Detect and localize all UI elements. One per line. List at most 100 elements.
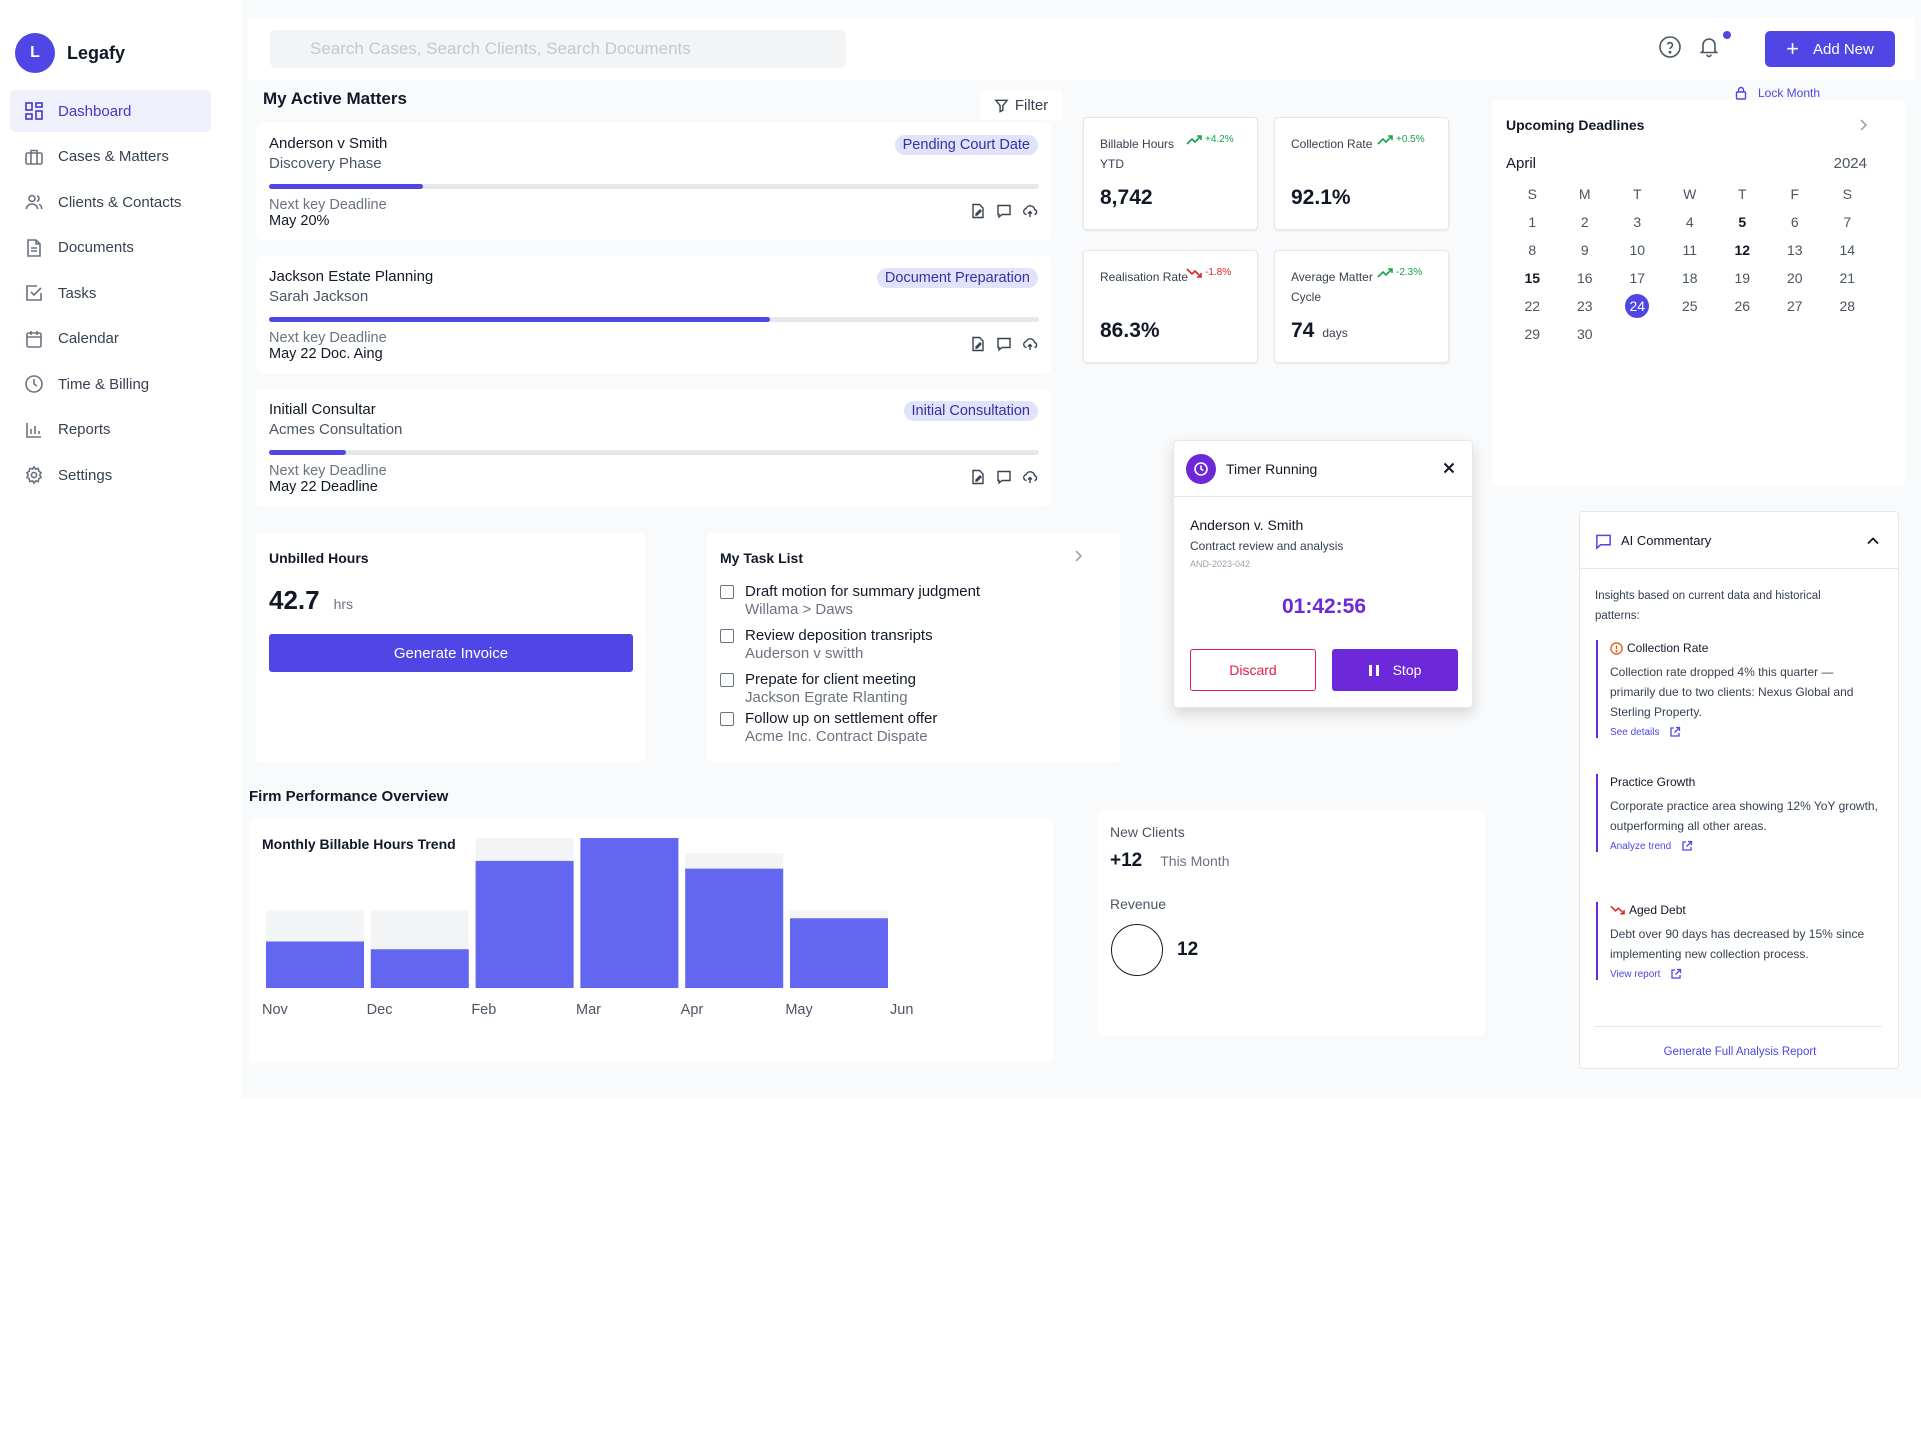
task-checkbox[interactable] (720, 629, 734, 643)
calendar-day[interactable]: 30 (1559, 320, 1612, 348)
deadline-value: May 22 Deadline (269, 479, 378, 495)
filter-button[interactable]: Filter (980, 90, 1062, 120)
lock-month-button[interactable]: Lock Month (1734, 86, 1820, 100)
file-edit-icon[interactable] (970, 469, 986, 485)
timer-matter: Anderson v. Smith (1190, 517, 1304, 533)
stat-label: Average Matter Cycle (1291, 270, 1373, 304)
calendar-day[interactable]: 5 (1716, 208, 1769, 236)
see-details-link[interactable]: See details (1610, 726, 1882, 738)
file-edit-icon[interactable] (970, 336, 986, 352)
sidebar-item-reports[interactable]: Reports (10, 409, 211, 451)
task-checkbox[interactable] (720, 712, 734, 726)
ai-commentary-header[interactable]: AI Commentary (1580, 512, 1898, 569)
chevron-right-icon[interactable] (1071, 549, 1085, 563)
sidebar-item-clients[interactable]: Clients & Contacts (10, 181, 211, 223)
calendar-day[interactable]: 3 (1611, 208, 1664, 236)
task-checkbox[interactable] (720, 673, 734, 687)
calendar-day[interactable]: 11 (1664, 236, 1717, 264)
calendar-day[interactable]: 1 (1506, 208, 1559, 236)
generate-report-link[interactable]: Generate Full Analysis Report (1580, 1046, 1900, 1058)
brand[interactable]: L Legafy (15, 33, 125, 73)
calendar-day[interactable]: 14 (1821, 236, 1874, 264)
calendar-day[interactable]: 18 (1664, 264, 1717, 292)
calendar-day[interactable]: 29 (1506, 320, 1559, 348)
calendar-day[interactable]: 7 (1821, 208, 1874, 236)
task-item[interactable]: Review deposition transripts Auderson v s… (720, 627, 933, 663)
calendar-day[interactable]: 4 (1664, 208, 1717, 236)
ai-insight-text: Corporate practice area showing 12% YoY … (1610, 799, 1878, 833)
share-icon[interactable] (1022, 336, 1038, 352)
generate-invoice-button[interactable]: Generate Invoice (269, 634, 633, 672)
task-item[interactable]: Draft motion for summary judgment Willama… (720, 583, 980, 619)
calendar-day[interactable]: 16 (1559, 264, 1612, 292)
sidebar-item-label: Tasks (58, 284, 97, 302)
calendar-day[interactable]: 28 (1821, 292, 1874, 320)
calendar-day[interactable]: 12 (1716, 236, 1769, 264)
calendar-day[interactable]: 22 (1506, 292, 1559, 320)
add-new-button[interactable]: + Add New (1765, 31, 1895, 67)
analyze-trend-link[interactable]: Analyze trend (1610, 840, 1882, 852)
search-input[interactable] (270, 30, 846, 68)
unbilled-amount: 42.7 hrs (269, 585, 353, 616)
calendar-day[interactable]: 15 (1506, 264, 1559, 292)
calendar-day[interactable]: 27 (1769, 292, 1822, 320)
chart-bar[interactable] (685, 868, 784, 988)
chevron-right-icon[interactable] (1856, 118, 1870, 132)
matter-card[interactable]: Jackson Estate Planning Sarah Jackson Do… (256, 256, 1051, 373)
sidebar-item-time-billing[interactable]: Time & Billing (10, 363, 211, 405)
sidebar-item-calendar[interactable]: Calendar (10, 318, 211, 360)
share-icon[interactable] (1022, 469, 1038, 485)
sidebar-item-label: Reports (58, 421, 111, 438)
calendar-day[interactable]: 2 (1559, 208, 1612, 236)
calendar-day[interactable]: 19 (1716, 264, 1769, 292)
matter-actions (970, 336, 1038, 352)
calendar-day[interactable]: 24 (1611, 292, 1664, 320)
close-icon[interactable] (1440, 459, 1458, 477)
ai-intro: Insights based on current data and histo… (1595, 590, 1821, 622)
sidebar-item-tasks[interactable]: Tasks (10, 272, 211, 314)
calendar-day[interactable]: 8 (1506, 236, 1559, 264)
chart-bar[interactable] (580, 838, 679, 988)
calendar-day[interactable]: 13 (1769, 236, 1822, 264)
chevron-up-icon[interactable] (1866, 534, 1880, 548)
calendar-day[interactable]: 26 (1716, 292, 1769, 320)
weekday-header: S (1842, 186, 1852, 202)
brand-avatar: L (15, 33, 55, 73)
sidebar-item-dashboard[interactable]: Dashboard (10, 90, 211, 132)
comment-icon[interactable] (996, 203, 1012, 219)
help-icon[interactable] (1658, 35, 1682, 59)
discard-button[interactable]: Discard (1190, 649, 1316, 691)
ai-divider (1594, 1026, 1882, 1027)
chart-x-tick-label: Dec (367, 1002, 393, 1018)
stop-button[interactable]: Stop (1332, 649, 1458, 691)
task-checkbox[interactable] (720, 585, 734, 599)
matter-card[interactable]: Initiall Consultar Acmes Consultation In… (256, 389, 1051, 506)
chart-bar[interactable] (475, 860, 574, 988)
calendar-day[interactable]: 20 (1769, 264, 1822, 292)
calendar-day[interactable]: 25 (1664, 292, 1717, 320)
task-title: Prepate for client meeting (745, 671, 916, 688)
calendar-day[interactable]: 10 (1611, 236, 1664, 264)
sidebar-item-documents[interactable]: Documents (10, 227, 211, 269)
calendar-day[interactable]: 6 (1769, 208, 1822, 236)
sidebar-item-settings[interactable]: Settings (10, 454, 211, 496)
comment-icon[interactable] (996, 336, 1012, 352)
chart-bar[interactable] (370, 949, 469, 988)
calendar-day[interactable]: 9 (1559, 236, 1612, 264)
chart-bar[interactable] (790, 918, 888, 988)
sidebar-item-cases[interactable]: Cases & Matters (10, 136, 211, 178)
discard-label: Discard (1229, 662, 1277, 678)
bell-icon[interactable] (1697, 34, 1721, 58)
calendar-day[interactable]: 17 (1611, 264, 1664, 292)
calendar-day[interactable]: 21 (1821, 264, 1874, 292)
view-report-link[interactable]: View report (1610, 968, 1882, 980)
task-item[interactable]: Prepate for client meeting Jackson Egrate… (720, 671, 916, 707)
share-icon[interactable] (1022, 203, 1038, 219)
chart-bar[interactable] (266, 941, 364, 989)
matter-card[interactable]: Anderson v Smith Discovery Phase Pending… (256, 123, 1051, 240)
task-item[interactable]: Follow up on settlement offer Acme Inc. C… (720, 710, 937, 746)
clock-icon (25, 375, 43, 393)
file-edit-icon[interactable] (970, 203, 986, 219)
comment-icon[interactable] (996, 469, 1012, 485)
calendar-day[interactable]: 23 (1559, 292, 1612, 320)
